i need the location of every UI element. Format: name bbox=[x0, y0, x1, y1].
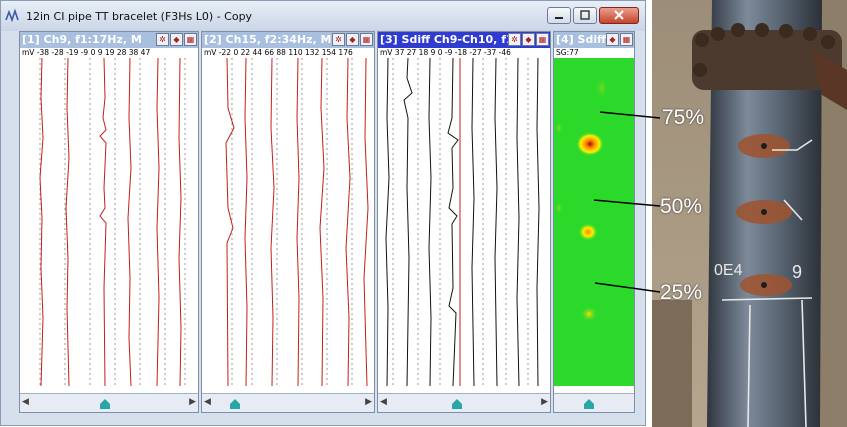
callout-25: 25% bbox=[660, 281, 703, 304]
callout-lines bbox=[593, 111, 661, 293]
callout-75: 75% bbox=[662, 106, 705, 129]
callout-50: 50% bbox=[660, 195, 703, 218]
